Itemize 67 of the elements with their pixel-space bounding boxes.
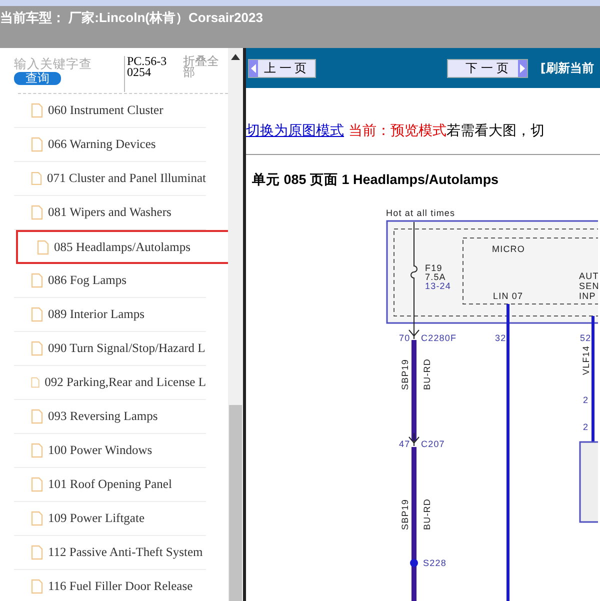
- pin-number: 47: [399, 439, 410, 449]
- connector-arrow: [408, 432, 420, 446]
- connector-arrow: [408, 326, 420, 340]
- tree-item[interactable]: 090 Turn Signal/Stop/Hazard L: [14, 332, 206, 366]
- file-icon: [31, 443, 43, 458]
- scroll-up-icon[interactable]: [231, 54, 240, 60]
- wire-color-code: BU-RD: [422, 358, 432, 390]
- module-label: MICRO: [492, 244, 525, 254]
- file-icon: [31, 341, 43, 356]
- tree-item[interactable]: 071 Cluster and Panel Illuminat: [14, 162, 206, 196]
- file-icon: [31, 409, 43, 424]
- circuit-code: VLF14: [581, 345, 591, 375]
- lin-label: LIN 07: [493, 291, 524, 301]
- scrollbar[interactable]: [228, 48, 243, 601]
- search-button[interactable]: 查询: [14, 72, 61, 85]
- tree-item[interactable]: 085 Headlamps/Autolamps: [16, 230, 228, 264]
- file-icon: [31, 273, 43, 288]
- tree-item[interactable]: 101 Roof Opening Panel: [14, 468, 206, 502]
- file-icon: [31, 205, 43, 220]
- previous-page-button[interactable]: 上 一 页: [248, 58, 316, 78]
- circuit-code: SBP19: [400, 498, 410, 530]
- supply-label: Hot at all times: [386, 208, 456, 218]
- circuit-code: SBP19: [400, 358, 410, 390]
- tree-item[interactable]: 066 Warning Devices: [14, 128, 206, 162]
- file-icon: [31, 171, 42, 186]
- file-icon: [37, 240, 49, 254]
- file-icon: [31, 579, 43, 594]
- tree-item[interactable]: 089 Interior Lamps: [14, 298, 206, 332]
- pin-number: 52: [580, 333, 592, 343]
- refresh-page-link[interactable]: [刷新当前: [540, 60, 594, 76]
- tree-item[interactable]: 100 Power Windows: [14, 434, 206, 468]
- connector-label: C2280F: [421, 333, 457, 343]
- pin-number: 32: [495, 333, 506, 343]
- fuse-rating: 7.5A: [425, 272, 446, 282]
- file-icon: [31, 137, 43, 152]
- tree-item[interactable]: 081 Wipers and Washers: [14, 196, 206, 230]
- wire-color-code: BU-RD: [422, 498, 432, 530]
- original-mode-link[interactable]: 切换为原图模式: [246, 123, 344, 139]
- window-title: 当前车型： 厂家:Lincoln(林肯）Corsair2023: [0, 9, 263, 27]
- file-icon: [31, 307, 43, 322]
- file-icon: [31, 545, 43, 560]
- sensor-label: INP: [579, 291, 596, 301]
- splice-label: S228: [423, 558, 446, 568]
- pin-number: 70: [399, 333, 410, 343]
- pin-number: 2: [583, 422, 589, 432]
- file-icon: [31, 375, 40, 390]
- tree-item[interactable]: 092 Parking,Rear and License L: [14, 366, 206, 400]
- tree-item[interactable]: 060 Instrument Cluster: [14, 94, 206, 128]
- manual-code: PC.56-30254: [124, 56, 167, 92]
- connector-label: C207: [421, 439, 445, 449]
- fuse-label: F19: [425, 263, 442, 273]
- pin-number: 2: [583, 395, 589, 405]
- tree-item[interactable]: 086 Fog Lamps: [14, 264, 206, 298]
- tree-item[interactable]: 116 Fuel Filler Door Release: [14, 570, 206, 601]
- file-icon: [31, 511, 43, 526]
- tree-item[interactable]: 112 Passive Anti-Theft System: [14, 536, 206, 570]
- page-title: 单元 085 页面 1 Headlamps/Autolamps: [252, 171, 500, 189]
- file-icon: [31, 477, 43, 492]
- scroll-thumb[interactable]: [229, 405, 242, 601]
- file-icon: [31, 103, 43, 118]
- fuse-reference: 13-24: [425, 281, 452, 291]
- next-page-button[interactable]: 下 一 页: [446, 58, 528, 78]
- mode-text: 切换为原图模式 当前：预览模式若需看大图，切: [246, 122, 546, 140]
- splice-dot: [410, 559, 418, 567]
- tree-item[interactable]: 109 Power Liftgate: [14, 502, 206, 536]
- tree-item[interactable]: 093 Reversing Lamps: [14, 400, 206, 434]
- search-field[interactable]: 输入关键字查: [12, 56, 118, 72]
